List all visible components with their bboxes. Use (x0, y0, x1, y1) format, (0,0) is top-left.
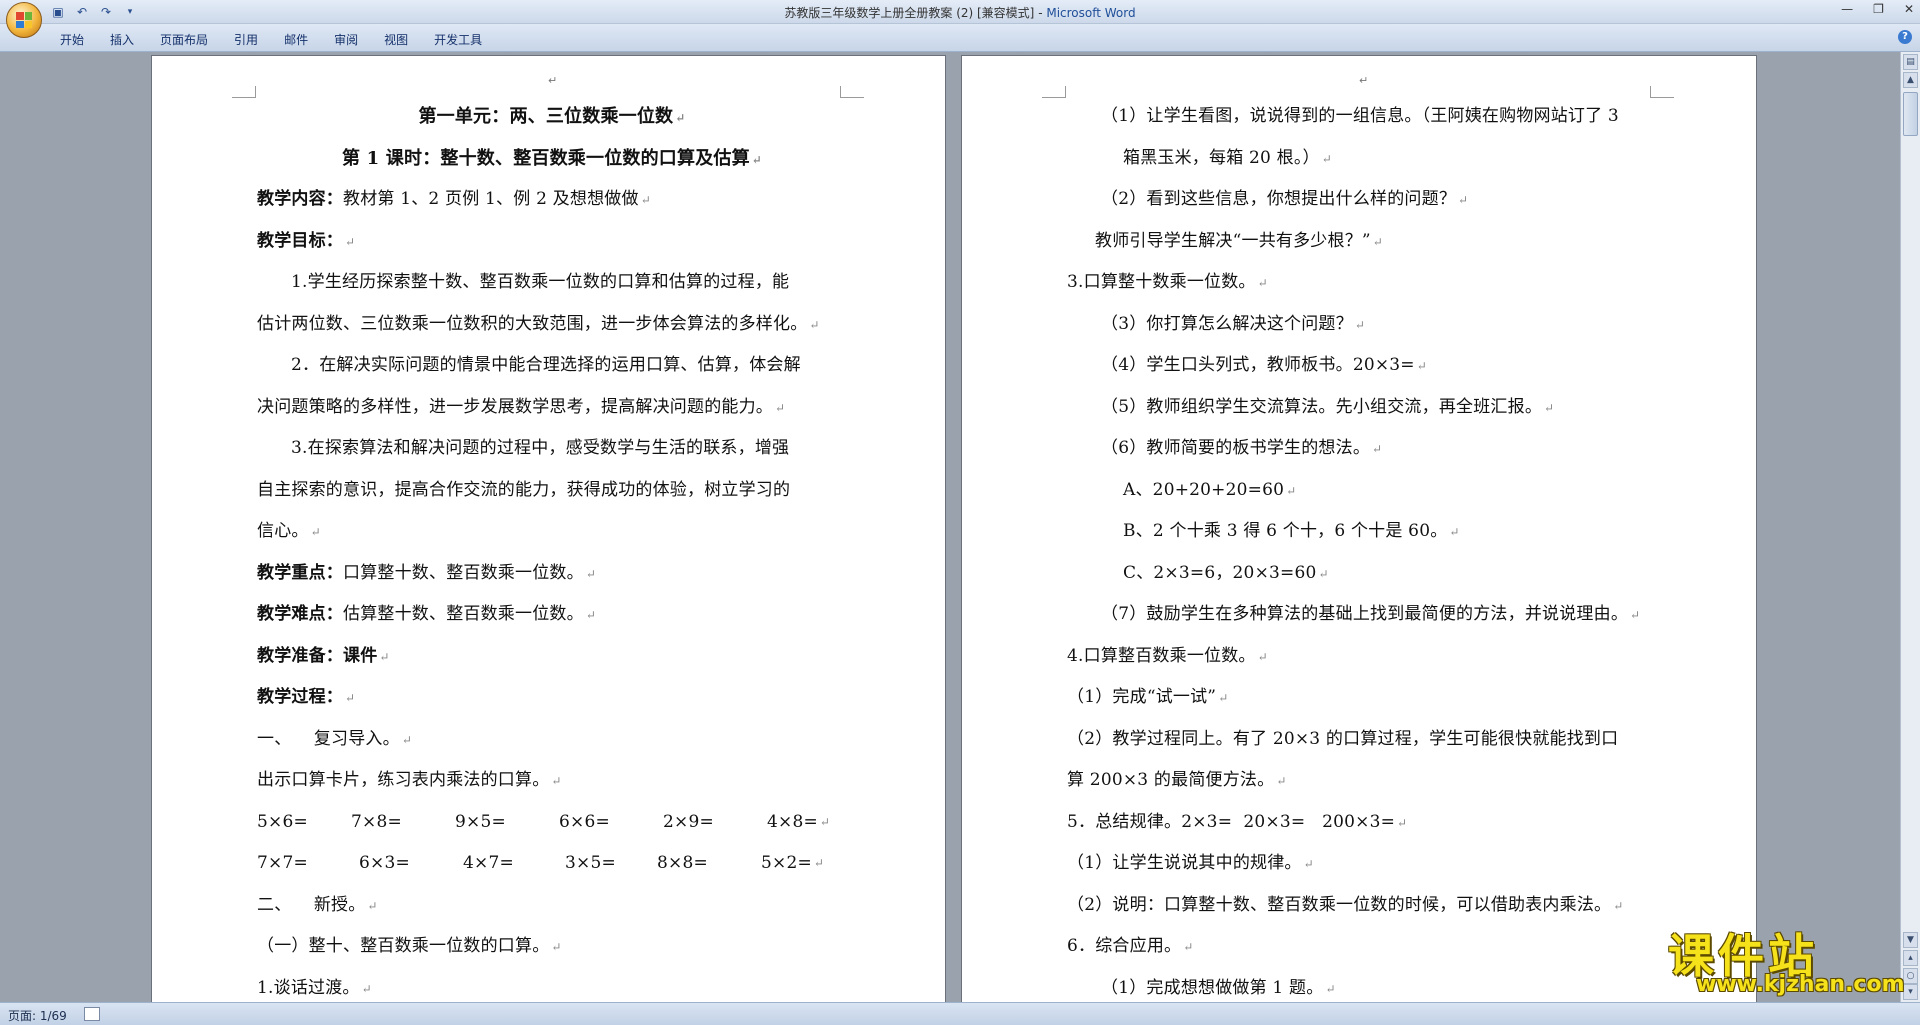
teaching-difficulty: 教学难点：估算整十数、整百数乘一位数。 ↵ (257, 604, 597, 624)
drill-cell: 7×7= (257, 853, 308, 873)
right-line: 教师引导学生解决“一共有多少根？” ↵ (1095, 230, 1384, 251)
page-1[interactable]: ↵ 第一单元：两、三位数乘一位数 ↵ 第 1 课时：整十数、整百数乘一位数的口算及… (152, 56, 945, 1002)
page-2-content[interactable]: （1）让学生看图，说说得到的一组信息。（王阿姨在购物网站订了 3 箱黑玉米，每箱… (1067, 96, 1667, 1002)
ribbon: 开始 插入 页面布局 引用 邮件 审阅 视图 开发工具 ? (0, 24, 1920, 52)
right-line: 4.口算整百数乘一位数。 ↵ (1067, 645, 1268, 666)
goal-1-line-1: 1.学生经历探索整十数、整百数乘一位数的口算和估算的过程，能 (291, 272, 790, 292)
proofing-icon[interactable] (84, 1007, 100, 1021)
right-line: （4）学生口头列式，教师板书。20×3= ↵ (1101, 355, 1428, 375)
tab-insert[interactable]: 插入 (110, 29, 134, 50)
drill-cell: 6×6= (559, 811, 610, 832)
right-line: 3.口算整十数乘一位数。 ↵ (1067, 272, 1268, 292)
step-1-text: 出示口算卡片，练习表内乘法的口算。 ↵ (257, 770, 562, 790)
drill-cell: 6×3= (359, 853, 410, 873)
right-line: C、2×3=6，20×3=60 ↵ (1123, 562, 1329, 583)
drill-cell: 8×8= (657, 853, 708, 873)
scrollbar-thumb[interactable] (1903, 92, 1918, 136)
scroll-up-icon[interactable]: ▲ (1903, 72, 1918, 88)
right-line: （3）你打算怎么解决这个问题？ ↵ (1101, 313, 1366, 334)
drill-cell: 3×5= (565, 853, 616, 873)
goal-1-line-2: 估计两位数、三位数乘一位数积的大致范围，进一步体会算法的多样化。 ↵ (257, 313, 820, 334)
right-line: 算 200×3 的最简便方法。 ↵ (1067, 770, 1287, 790)
right-line: （5）教师组织学生交流算法。先小组交流，再全班汇报。 ↵ (1101, 396, 1555, 417)
right-line: B、2 个十乘 3 得 6 个十，6 个十是 60。 ↵ (1123, 521, 1460, 541)
right-line: （1）完成“试一试” ↵ (1067, 687, 1229, 707)
step-2-heading: 二、 新授。 ↵ (257, 894, 378, 915)
right-line: （1）让学生看图，说说得到的一组信息。（王阿姨在购物网站订了 3 (1101, 106, 1619, 126)
crop-mark-top-left (232, 86, 256, 98)
ribbon-tabs: 开始 插入 页面布局 引用 邮件 审阅 视图 开发工具 (60, 29, 482, 50)
teaching-key-point: 教学重点：口算整十数、整百数乘一位数。 ↵ (257, 562, 597, 583)
tab-developer[interactable]: 开发工具 (434, 29, 482, 50)
maximize-icon[interactable]: ❐ (1873, 2, 1884, 16)
right-line: （6）教师简要的板书学生的想法。 ↵ (1101, 438, 1383, 458)
drill-cell: 5×6= (257, 811, 308, 832)
drill-cell: 5×2= (761, 853, 812, 873)
drill-cell: 4×7= (463, 853, 514, 873)
step-2-item-1: 1.谈话过渡。 ↵ (257, 977, 372, 998)
right-line: A、20+20+20=60 ↵ (1123, 479, 1297, 500)
document-area[interactable]: ↵ 第一单元：两、三位数乘一位数 ↵ 第 1 课时：整十数、整百数乘一位数的口算及… (0, 52, 1900, 1002)
tab-home[interactable]: 开始 (60, 29, 84, 50)
help-icon[interactable]: ? (1898, 30, 1912, 44)
vertical-scrollbar[interactable]: ▤ ▲ ▼ ▴ ○ ▾ (1900, 52, 1920, 1002)
right-line: 箱黑玉米，每箱 20 根。） ↵ (1123, 147, 1333, 168)
teaching-preparation: 教学准备：课件 ↵ (257, 645, 390, 666)
right-line: （1）让学生说说其中的规律。 ↵ (1067, 853, 1314, 873)
teaching-content: 教学内容：教材第 1、2 页例 1、例 2 及想想做做 ↵ (257, 189, 651, 209)
office-button[interactable] (6, 2, 42, 38)
goal-3-line-2: 自主探索的意识，提高合作交流的能力，获得成功的体验，树立学习的 (257, 479, 791, 500)
drill-cell: 7×8= (351, 811, 402, 832)
title-bar: ▣ ↶ ↷ ▾ 苏教版三年级数学上册全册教案 (2) [兼容模式] - Micr… (0, 0, 1920, 38)
drill-row-2: 7×7= 6×3= 4×7= 3×5= 8×8= 5×2= ↵ (257, 843, 847, 885)
paragraph-mark-icon: ↵ (548, 74, 558, 87)
crop-mark-top-left (1042, 86, 1066, 98)
minimize-icon[interactable]: — (1841, 2, 1853, 16)
window-controls: — ❐ ✕ (1841, 2, 1914, 16)
lesson-title: 第 1 课时：整十数、整百数乘一位数的口算及估算 ↵ (341, 147, 763, 169)
goal-3-line-3: 信心。 ↵ (257, 521, 321, 541)
document-title: 苏教版三年级数学上册全册教案 (2) [兼容模式] (784, 6, 1035, 20)
right-line: （7）鼓励学生在多种算法的基础上找到最简便的方法，并说说理由。 ↵ (1101, 604, 1641, 624)
tab-review[interactable]: 审阅 (334, 29, 358, 50)
tab-page-layout[interactable]: 页面布局 (160, 29, 208, 50)
unit-title: 第一单元：两、三位数乘一位数 ↵ (418, 106, 686, 127)
tab-mailings[interactable]: 邮件 (284, 29, 308, 50)
step-2-subheading: （一）整十、整百数乘一位数的口算。 ↵ (257, 936, 562, 956)
goal-2-line-2: 决问题策略的多样性，进一步发展数学思考，提高解决问题的能力。 ↵ (257, 396, 786, 417)
ruler-toggle-icon[interactable]: ▤ (1903, 54, 1918, 70)
title-separator: - (1034, 6, 1047, 20)
right-line: 5．总结规律。2×3= 20×3= 200×3= ↵ (1067, 811, 1408, 832)
app-name: Microsoft Word (1046, 6, 1136, 20)
right-line: （2）说明：口算整十数、整百数乘一位数的时候，可以借助表内乘法。 ↵ (1067, 894, 1624, 915)
drill-row-1: 5×6= 7×8= 9×5= 6×6= 2×9= 4×8= ↵ (257, 802, 847, 844)
right-line: （2）教学过程同上。有了 20×3 的口算过程，学生可能很快就能找到口 (1067, 728, 1619, 749)
right-line: （1）完成想想做做第 1 题。 ↵ (1101, 977, 1336, 998)
watermark-url: www.kjzhan.com (1696, 972, 1905, 997)
status-bar: 页面: 1/69 (0, 1002, 1920, 1025)
page-indicator[interactable]: 页面: 1/69 (8, 1007, 67, 1024)
watermark-logo: 课件站 www.kjzhan.com (1668, 920, 1908, 1000)
drill-cell: 9×5= (455, 811, 506, 832)
paragraph-mark-icon: ↵ (1359, 74, 1369, 87)
tab-view[interactable]: 视图 (384, 29, 408, 50)
drill-cell: 2×9= (663, 811, 714, 832)
right-line: 6．综合应用。 ↵ (1067, 936, 1194, 956)
goal-2-line-1: 2．在解决实际问题的情景中能合理选择的运用口算、估算，体会解 (291, 355, 801, 375)
goal-3-line-1: 3.在探索算法和解决问题的过程中，感受数学与生活的联系，增强 (291, 438, 790, 458)
page-1-content[interactable]: 第一单元：两、三位数乘一位数 ↵ 第 1 课时：整十数、整百数乘一位数的口算及估算… (257, 96, 847, 1002)
close-icon[interactable]: ✕ (1904, 2, 1914, 16)
teaching-goals-label: 教学目标： ↵ (257, 230, 356, 251)
drill-cell: 4×8= (767, 811, 818, 832)
right-line: （2）看到这些信息，你想提出什么样的问题？ ↵ (1101, 189, 1469, 209)
window-title: 苏教版三年级数学上册全册教案 (2) [兼容模式] - Microsoft Wo… (0, 4, 1920, 21)
tab-references[interactable]: 引用 (234, 29, 258, 50)
step-1-heading: 一、 复习导入。 ↵ (257, 728, 413, 749)
page-2[interactable]: ↵ （1）让学生看图，说说得到的一组信息。（王阿姨在购物网站订了 3 箱黑玉米，… (962, 56, 1756, 1002)
office-logo-icon (16, 12, 32, 28)
teaching-process-label: 教学过程： ↵ (257, 687, 356, 707)
